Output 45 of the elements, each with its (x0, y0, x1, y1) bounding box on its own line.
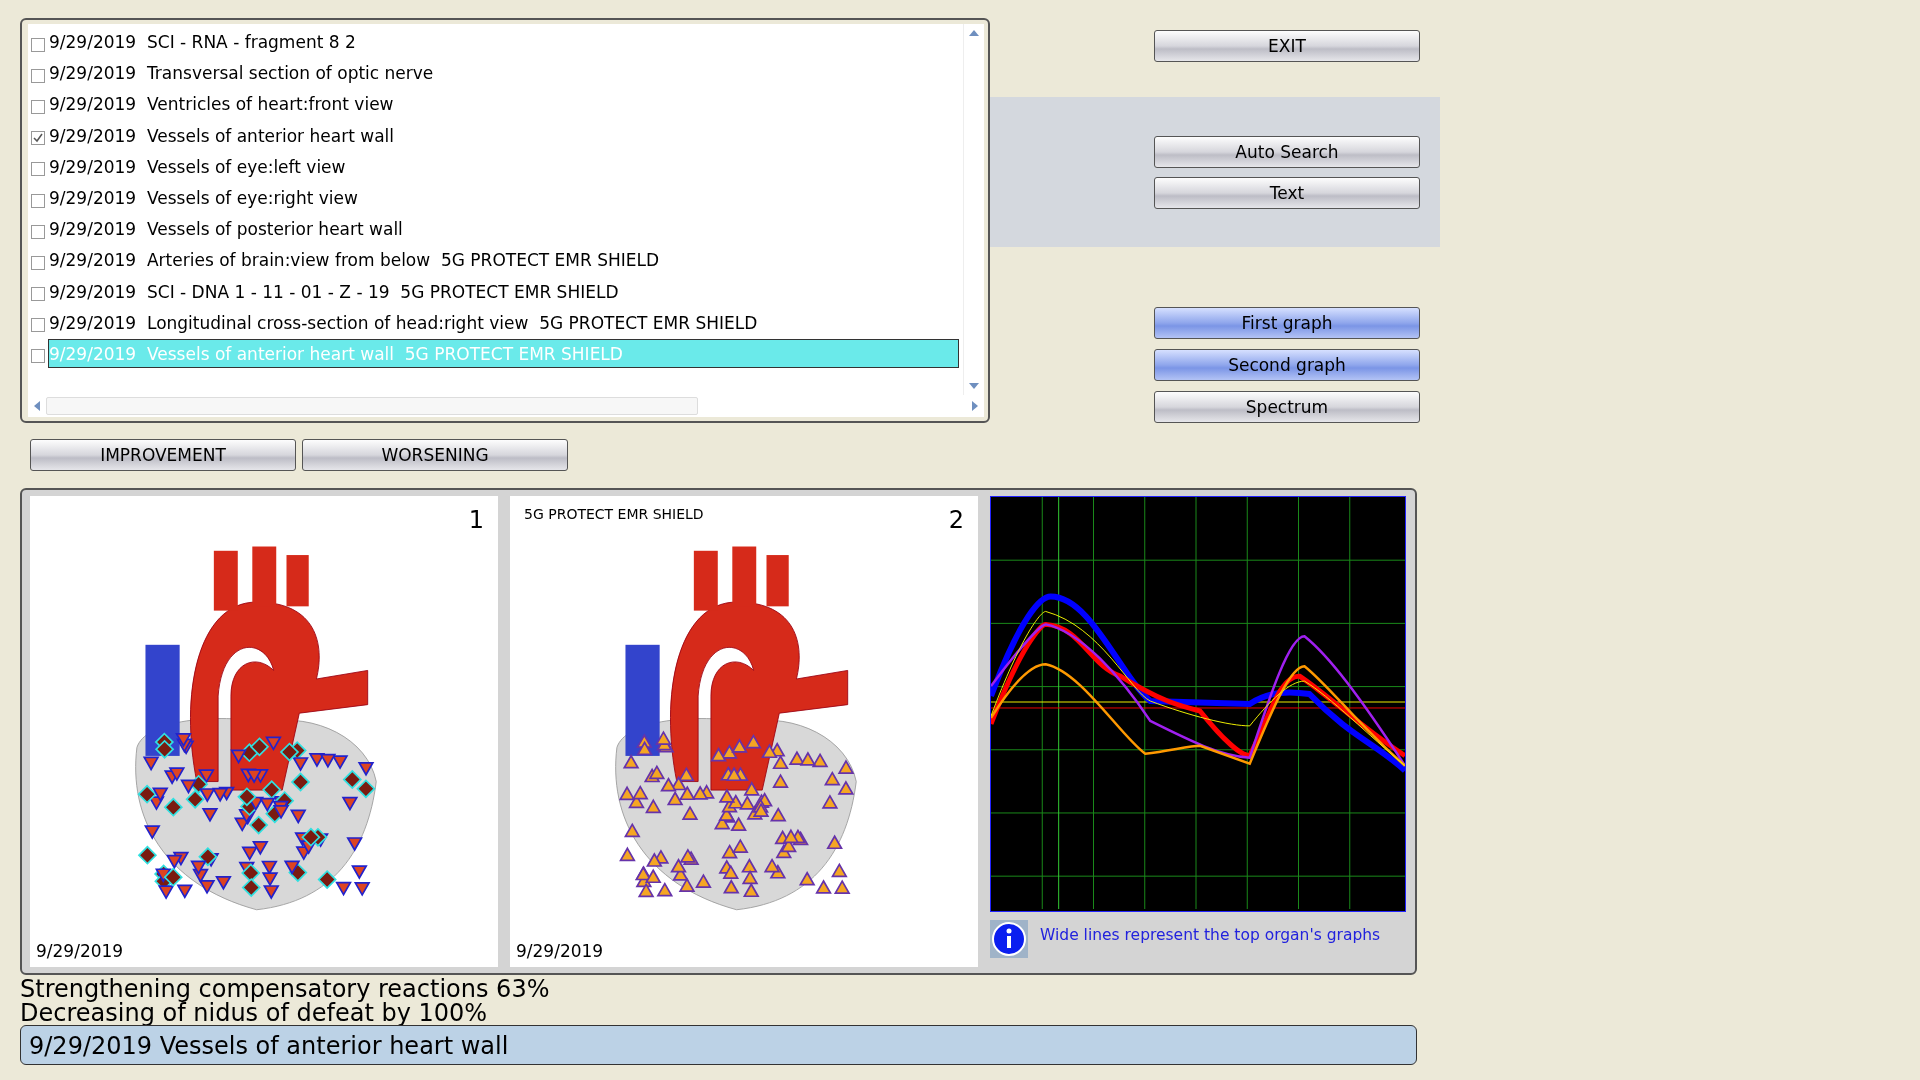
checkbox[interactable] (31, 193, 45, 208)
result-text: Strengthening compensatory reactions 63% (20, 977, 551, 1001)
graph-button[interactable]: First graph (1154, 307, 1420, 339)
record-item[interactable]: 9/29/2019 Transversal section of optic nerve (48, 58, 959, 88)
scroll-down-icon (969, 383, 979, 389)
exit-button[interactable]: EXIT (1154, 30, 1420, 62)
horizontal-scrollbar[interactable] (28, 395, 984, 417)
graph-button[interactable]: Second graph (1154, 349, 1420, 381)
panel-date: 9/29/2019 (516, 941, 604, 961)
checkbox[interactable] (31, 255, 45, 270)
scroll-up-icon (969, 30, 979, 36)
scroll-left-icon (34, 401, 40, 411)
record-item[interactable]: 9/29/2019 Arteries of brain:view from below 5G PROTECT EMR SHIELD (48, 245, 959, 275)
checkbox[interactable] (31, 318, 45, 333)
check-icon (33, 133, 43, 144)
checkbox[interactable] (31, 287, 45, 302)
compare-button[interactable]: WORSENING (302, 439, 568, 471)
panel-number: 1 (468, 506, 484, 534)
checkbox[interactable] (31, 99, 45, 114)
record-item[interactable]: 9/29/2019 SCI - RNA - fragment 8 2 (48, 27, 959, 57)
record-item[interactable]: 9/29/2019 Vessels of eye:left view (48, 151, 959, 181)
checkbox[interactable] (31, 349, 45, 364)
tool-button[interactable]: Auto Search (1154, 135, 1420, 168)
status-bar: 9/29/2019 Vessels of anterior heart wall (20, 1025, 1417, 1065)
record-item[interactable]: 9/29/2019 Vessels of posterior heart wall (48, 214, 959, 244)
record-item[interactable]: 9/29/2019 Vessels of anterior heart wall (48, 120, 959, 150)
panel-number: 2 (948, 506, 964, 534)
record-item[interactable]: 9/29/2019 Longitudinal cross-section of head:right view 5G PROTECT EMR SHIELD (48, 307, 959, 337)
checkbox[interactable] (31, 224, 45, 239)
record-item[interactable]: 9/29/2019 Ventricles of heart:front view (48, 89, 959, 119)
checkbox[interactable] (31, 162, 45, 177)
graph-button[interactable]: Spectrum (1154, 391, 1420, 423)
panel-caption: 5G PROTECT EMR SHIELD (524, 506, 704, 522)
checkbox[interactable] (31, 37, 45, 52)
record-item[interactable]: 9/29/2019 Vessels of eye:right view (48, 183, 959, 213)
result-text: Decreasing of nidus of defeat by 100% (20, 1001, 489, 1025)
checkbox[interactable] (31, 131, 45, 146)
checkbox[interactable] (31, 68, 45, 83)
info-icon (990, 920, 1028, 958)
record-item[interactable]: 9/29/2019 SCI - DNA 1 - 11 - 01 - Z - 19 5G PROTECT EMR SHIELD (48, 276, 959, 306)
graph-note: Wide lines represent the top organ's graphs (1040, 926, 1381, 944)
panel-date: 9/29/2019 (36, 941, 124, 961)
tool-button[interactable]: Text (1154, 176, 1420, 209)
compare-button[interactable]: IMPROVEMENT (30, 439, 296, 471)
scroll-right-icon (972, 401, 978, 411)
